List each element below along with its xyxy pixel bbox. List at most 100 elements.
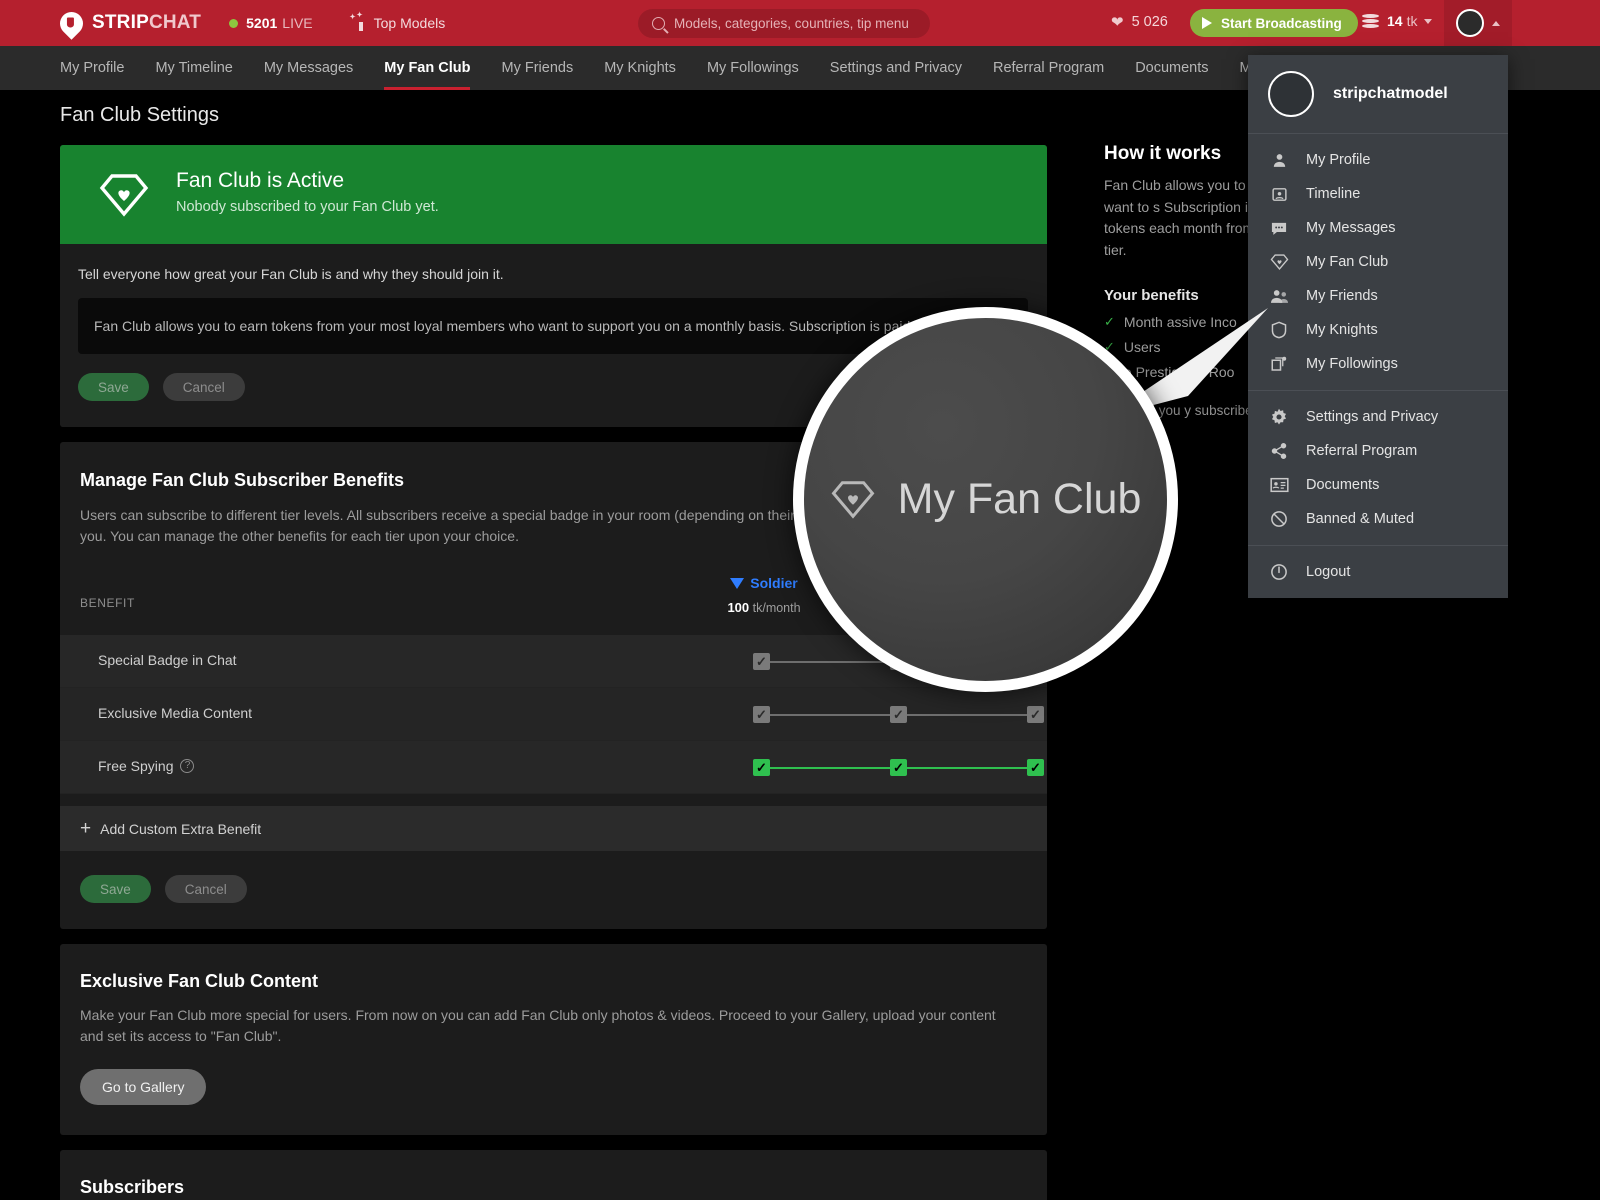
avatar: [1456, 9, 1484, 37]
nav-item-settings-and-privacy[interactable]: Settings and Privacy: [830, 46, 962, 90]
nav-item-referral-program[interactable]: Referral Program: [993, 46, 1104, 90]
menu-item-label: My Followings: [1306, 356, 1398, 372]
top-models-link[interactable]: ✦✦ Top Models: [347, 15, 446, 31]
favorites-counter[interactable]: ❤ 5 026: [1111, 13, 1168, 31]
start-broadcasting-label: Start Broadcasting: [1221, 16, 1342, 31]
top-header-bar: STRIPCHAT 5201 LIVE ✦✦ Top Models Models…: [0, 0, 1600, 46]
token-unit: tk: [1407, 13, 1418, 29]
tier-column-soldier: Soldier 100 tk/month: [699, 575, 829, 615]
subscribers-card: Subscribers Nobody subscribed to your Fa…: [60, 1150, 1047, 1200]
menu-item-my-fan-club[interactable]: My Fan Club: [1248, 245, 1508, 279]
add-custom-benefit-button[interactable]: + Add Custom Extra Benefit: [60, 806, 1047, 851]
menu-item-my-friends[interactable]: My Friends: [1248, 279, 1508, 313]
account-menu-button[interactable]: [1444, 0, 1512, 46]
benefit-track-2: [907, 714, 1043, 716]
benefit-track-2: [907, 767, 1043, 769]
aside-benefit-label: Month assive Inco: [1124, 314, 1237, 330]
menu-item-label: Referral Program: [1306, 443, 1417, 459]
live-label: LIVE: [282, 15, 312, 31]
live-count-indicator[interactable]: 5201 LIVE: [229, 15, 313, 31]
exclusive-content-card: Exclusive Fan Club Content Make your Fan…: [60, 944, 1047, 1135]
nav-item-my-knights[interactable]: My Knights: [604, 46, 676, 90]
power-icon: [1268, 563, 1290, 581]
person-icon: [1268, 151, 1290, 169]
site-logo[interactable]: STRIPCHAT: [60, 12, 201, 35]
description-save-button[interactable]: Save: [78, 373, 149, 401]
share-icon: [1268, 442, 1290, 460]
benefit-checkbox-tier1[interactable]: ✓: [753, 653, 770, 670]
menu-item-timeline[interactable]: Timeline: [1248, 177, 1508, 211]
chevron-up-icon: [1492, 21, 1500, 26]
menu-item-my-messages[interactable]: My Messages: [1248, 211, 1508, 245]
logo-text-chat: CHAT: [149, 12, 201, 33]
app-root: STRIPCHAT 5201 LIVE ✦✦ Top Models Models…: [0, 0, 1600, 1200]
aside-benefit-label: Users: [1124, 339, 1161, 355]
tier-name: Soldier: [750, 575, 797, 591]
tier-price-unit: tk/month: [753, 601, 801, 615]
logo-text-strip: STRIP: [92, 12, 149, 33]
favorites-count: 5 026: [1132, 14, 1168, 30]
menu-item-referral-program[interactable]: Referral Program: [1248, 434, 1508, 468]
chat-bubble-icon: [1268, 219, 1290, 237]
menu-item-documents[interactable]: Documents: [1248, 468, 1508, 502]
magnifier-label: My Fan Club: [898, 475, 1142, 524]
benefits-cancel-button[interactable]: Cancel: [165, 875, 247, 903]
benefit-checkbox-tier2[interactable]: ✓: [890, 706, 907, 723]
nav-item-my-fan-club[interactable]: My Fan Club: [384, 46, 470, 90]
menu-item-label: My Friends: [1306, 288, 1378, 304]
status-subtitle: Nobody subscribed to your Fan Club yet.: [176, 199, 439, 215]
menu-item-my-followings[interactable]: My Followings: [1248, 347, 1508, 381]
nav-item-documents[interactable]: Documents: [1135, 46, 1208, 90]
aside-benefit-label: e Prestigious Roo: [1124, 364, 1235, 380]
menu-item-label: My Profile: [1306, 152, 1370, 168]
benefit-checkbox-tier3[interactable]: ✓: [1027, 706, 1044, 723]
menu-item-logout[interactable]: Logout: [1248, 555, 1508, 589]
main-content: Fan Club is Active Nobody subscribed to …: [60, 145, 1047, 1200]
search-icon: [652, 17, 665, 30]
benefit-label: Special Badge in Chat: [98, 652, 237, 668]
nav-item-my-friends[interactable]: My Friends: [501, 46, 573, 90]
menu-item-label: Logout: [1306, 564, 1350, 580]
fanclub-gem-icon: [1268, 253, 1290, 271]
benefit-checkbox-tier1[interactable]: ✓: [753, 759, 770, 776]
description-cancel-button[interactable]: Cancel: [163, 373, 245, 401]
nav-item-my-timeline[interactable]: My Timeline: [155, 46, 232, 90]
check-icon: ✓: [1104, 314, 1115, 330]
stripchat-logo-icon: [55, 7, 88, 40]
benefit-checkbox-tier2[interactable]: ✓: [890, 759, 907, 776]
benefits-save-button[interactable]: Save: [80, 875, 151, 903]
start-broadcasting-button[interactable]: Start Broadcasting: [1190, 9, 1358, 37]
live-count-value: 5201: [246, 15, 277, 31]
menu-item-banned-and-muted[interactable]: Banned & Muted: [1248, 502, 1508, 536]
tier-badge-icon: [730, 578, 744, 589]
id-card-icon: [1268, 476, 1290, 494]
play-icon: [1202, 17, 1212, 29]
menu-item-my-knights[interactable]: My Knights: [1248, 313, 1508, 347]
benefit-checkbox-tier3[interactable]: ✓: [1027, 759, 1044, 776]
token-amount: 14: [1387, 13, 1403, 29]
go-to-gallery-button[interactable]: Go to Gallery: [80, 1069, 206, 1105]
menu-item-my-profile[interactable]: My Profile: [1248, 143, 1508, 177]
account-dropdown-header[interactable]: stripchatmodel: [1248, 55, 1508, 134]
nav-item-my-followings[interactable]: My Followings: [707, 46, 799, 90]
menu-item-settings-and-privacy[interactable]: Settings and Privacy: [1248, 400, 1508, 434]
search-input[interactable]: Models, categories, countries, tip menu: [638, 9, 930, 38]
benefit-track-1: [770, 767, 906, 769]
menu-item-label: My Knights: [1306, 322, 1378, 338]
add-custom-benefit-label: Add Custom Extra Benefit: [100, 821, 261, 837]
live-dot-icon: [229, 19, 238, 28]
menu-item-label: Timeline: [1306, 186, 1360, 202]
tier-price-value: 100: [727, 600, 749, 615]
description-lead: Tell everyone how great your Fan Club is…: [78, 266, 1047, 282]
nav-item-my-profile[interactable]: My Profile: [60, 46, 124, 90]
token-balance-button[interactable]: 14 tk: [1362, 13, 1432, 29]
menu-item-label: My Fan Club: [1306, 254, 1388, 270]
help-icon[interactable]: ?: [180, 759, 194, 773]
benefit-label: Free Spying: [98, 758, 173, 774]
page-title: Fan Club Settings: [60, 104, 219, 127]
account-menu-group-settings: Settings and Privacy Referral Program Do…: [1248, 390, 1508, 545]
fanclub-gem-icon: [98, 172, 150, 218]
benefit-checkbox-tier1[interactable]: ✓: [753, 706, 770, 723]
nav-item-my-messages[interactable]: My Messages: [264, 46, 353, 90]
primary-nav-items: My Profile My Timeline My Messages My Fa…: [0, 46, 1296, 90]
